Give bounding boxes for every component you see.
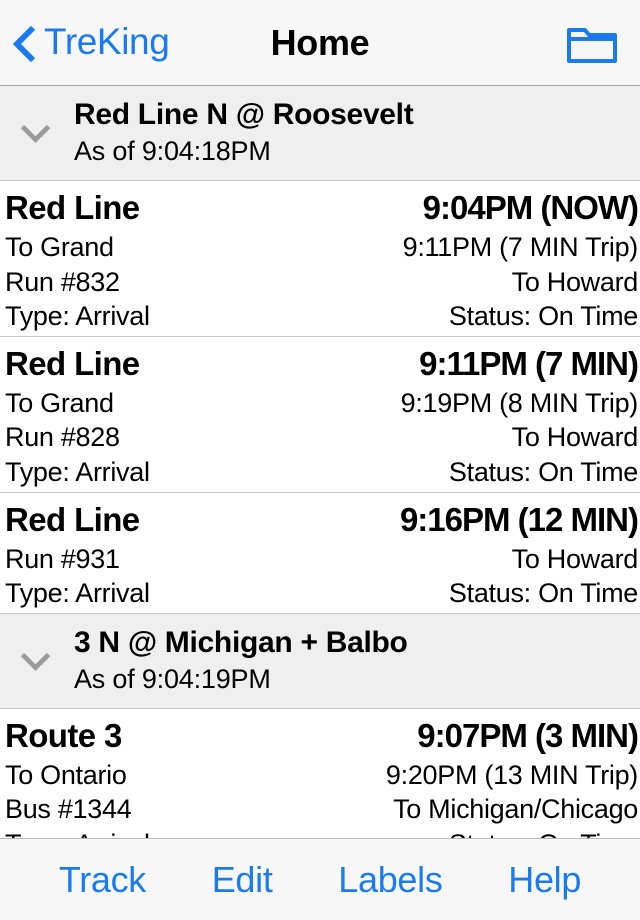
row-run-line: Run #832 To Howard [5, 265, 638, 300]
chevron-down-icon [22, 614, 48, 708]
run-number: Bus #1344 [5, 794, 132, 825]
route-name: Route 3 [5, 716, 122, 754]
prediction-type: Type: Arrival [5, 827, 150, 838]
bottom-toolbar: Track Edit Labels Help [0, 838, 640, 920]
arrival-eta: 9:07PM (3 MIN) [417, 716, 639, 754]
trip-time: 9:20PM (13 MIN Trip) [385, 759, 638, 790]
toolbar-item-edit[interactable]: Edit [206, 858, 279, 902]
row-type-line: Type: Arrival Status: On Time [5, 576, 638, 611]
arrivals-list: Red Line N @ Roosevelt As of 9:04:18PM R… [0, 86, 640, 838]
run-number: Run #828 [5, 422, 120, 453]
section-title: 3 N @ Michigan + Balbo [74, 625, 408, 659]
row-primary-line: Route 3 9:07PM (3 MIN) [5, 713, 639, 758]
route-name: Red Line [5, 500, 140, 538]
row-run-line: Run #828 To Howard [5, 420, 638, 455]
arrival-eta: 9:04PM (NOW) [422, 188, 639, 226]
row-primary-line: Red Line 9:16PM (12 MIN) [5, 497, 639, 542]
toolbar-item-help[interactable]: Help [502, 858, 587, 902]
status-badge: Status: On Time [448, 456, 638, 487]
section-subtitle: As of 9:04:19PM [74, 663, 271, 694]
table-row[interactable]: Route 3 9:07PM (3 MIN) To Ontario 9:20PM… [0, 708, 640, 838]
back-button[interactable]: TreKing [14, 0, 170, 85]
row-run-line: Bus #1344 To Michigan/Chicago [5, 792, 638, 827]
row-primary-line: Red Line 9:04PM (NOW) [5, 185, 639, 230]
prediction-type: Type: Arrival [5, 578, 150, 609]
route-name: Red Line [5, 344, 140, 382]
chevron-left-icon [14, 24, 36, 62]
arrival-eta: 9:16PM (12 MIN) [399, 500, 639, 538]
status-badge: Status: On Time [448, 301, 638, 332]
table-row[interactable]: Red Line 9:11PM (7 MIN) To Grand 9:19PM … [0, 336, 640, 493]
direction: To Howard [511, 266, 639, 297]
table-row[interactable]: Red Line 9:16PM (12 MIN) Run #931 To How… [0, 492, 640, 614]
table-row[interactable]: Red Line 9:04PM (NOW) To Grand 9:11PM (7… [0, 180, 640, 337]
folder-icon [567, 27, 617, 63]
run-number: Run #931 [5, 543, 120, 574]
status-badge: Status: On Time [449, 827, 638, 838]
destination: To Grand [5, 387, 114, 418]
app-screen: TreKing Home Red Line N @ Roosevelt As o… [0, 0, 640, 920]
prediction-type: Type: Arrival [5, 456, 150, 487]
row-type-line: Type: Arrival Status: On Time [5, 455, 638, 490]
row-destination-line: To Grand 9:11PM (7 MIN Trip) [5, 230, 638, 265]
direction: To Howard [511, 543, 639, 574]
direction: To Michigan/Chicago [393, 794, 638, 825]
status-badge: Status: On Time [448, 578, 638, 609]
folder-button[interactable] [566, 0, 618, 85]
trip-time: 9:11PM (7 MIN Trip) [402, 232, 639, 263]
destination: To Ontario [5, 759, 127, 790]
direction: To Howard [511, 422, 639, 453]
destination: To Grand [5, 232, 114, 263]
row-type-line: Type: Arrival Status: On Time [5, 827, 638, 838]
row-type-line: Type: Arrival Status: On Time [5, 299, 638, 334]
run-number: Run #832 [5, 266, 120, 297]
toolbar-item-track[interactable]: Track [53, 858, 152, 902]
row-destination-line: To Ontario 9:20PM (13 MIN Trip) [5, 758, 638, 793]
back-button-label: TreKing [44, 20, 170, 62]
trip-time: 9:19PM (8 MIN Trip) [400, 387, 639, 418]
row-run-line: Run #931 To Howard [5, 542, 638, 577]
chevron-down-icon [22, 86, 48, 180]
prediction-type: Type: Arrival [5, 301, 150, 332]
arrival-eta: 9:11PM (7 MIN) [419, 344, 639, 382]
route-name: Red Line [5, 188, 140, 226]
toolbar-item-labels[interactable]: Labels [332, 858, 448, 902]
row-primary-line: Red Line 9:11PM (7 MIN) [5, 341, 639, 386]
navigation-bar: TreKing Home [0, 0, 640, 86]
section-subtitle: As of 9:04:18PM [74, 135, 271, 166]
section-title: Red Line N @ Roosevelt [74, 98, 414, 131]
section-header-1[interactable]: 3 N @ Michigan + Balbo As of 9:04:19PM [0, 613, 640, 709]
section-header-0[interactable]: Red Line N @ Roosevelt As of 9:04:18PM [0, 86, 640, 181]
row-destination-line: To Grand 9:19PM (8 MIN Trip) [5, 386, 638, 421]
